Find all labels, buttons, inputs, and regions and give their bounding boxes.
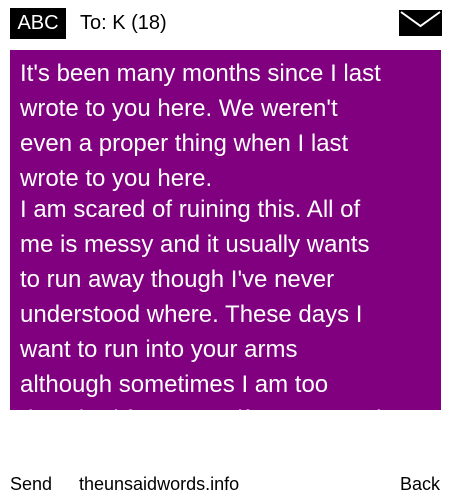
envelope-icon xyxy=(399,10,442,36)
message-paragraph-1: It's been many months since I last wrote… xyxy=(20,60,381,192)
site-link[interactable]: theunsaidwords.info xyxy=(79,470,239,498)
softkey-bar: Send theunsaidwords.info Back xyxy=(0,470,450,498)
send-button[interactable]: Send xyxy=(10,470,52,498)
back-button[interactable]: Back xyxy=(400,470,440,498)
input-mode-indicator[interactable]: ABC xyxy=(10,8,66,39)
sms-compose-screen: ABC To: K (18) It's been many months sin… xyxy=(0,0,450,500)
compose-header: ABC To: K (18) xyxy=(0,0,450,48)
message-body[interactable]: It's been many months since I last wrote… xyxy=(10,50,441,410)
message-paragraph-2: I am scared of ruining this. All of me i… xyxy=(20,196,381,410)
recipient-label[interactable]: To: K (18) xyxy=(80,8,167,39)
